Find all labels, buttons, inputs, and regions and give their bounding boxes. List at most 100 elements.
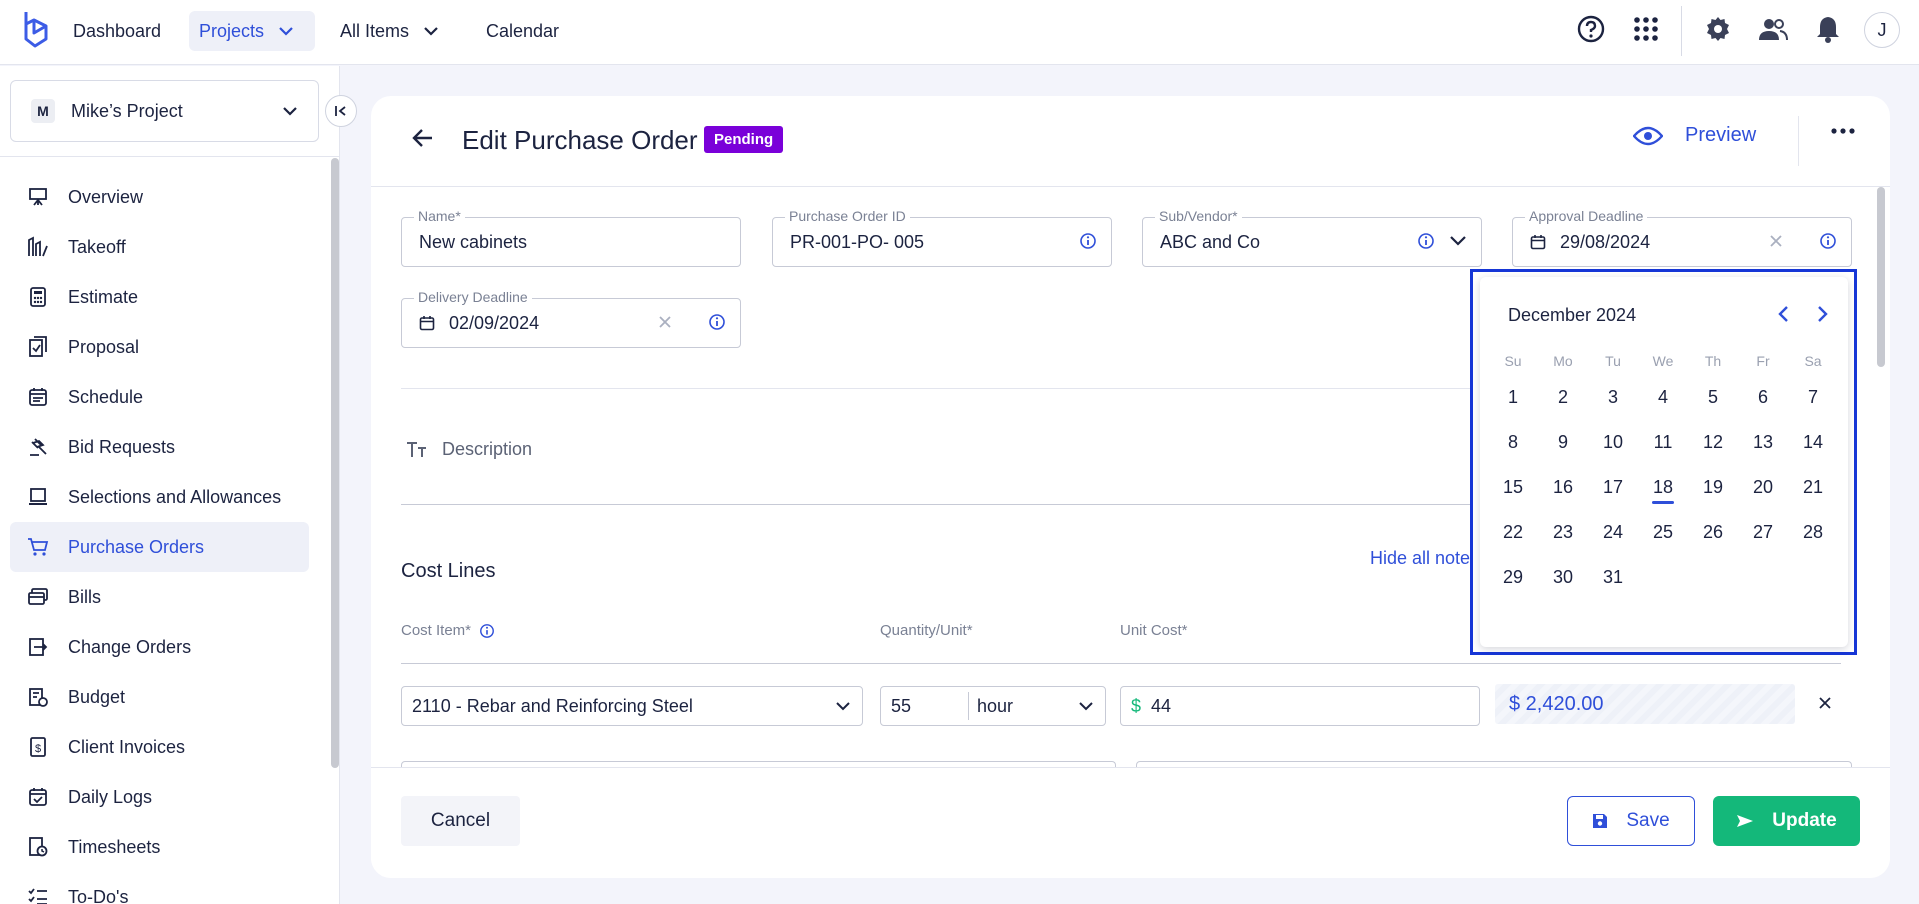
- card-scrollbar[interactable]: [1877, 187, 1885, 367]
- sidebar-scrollbar[interactable]: [331, 158, 339, 768]
- info-icon[interactable]: [1819, 232, 1837, 250]
- calendar-day[interactable]: 13: [1738, 432, 1788, 453]
- calendar-day[interactable]: 14: [1788, 432, 1838, 453]
- calendar-day[interactable]: 30: [1538, 567, 1588, 588]
- calendar-day[interactable]: 24: [1588, 522, 1638, 543]
- back-arrow-icon[interactable]: [411, 126, 435, 150]
- calendar-day[interactable]: 18: [1638, 477, 1688, 504]
- sidebar-item-estimate[interactable]: Estimate: [10, 272, 309, 322]
- hide-all-notes-link[interactable]: Hide all notes: [1370, 548, 1479, 569]
- info-icon[interactable]: [479, 623, 495, 639]
- chevron-down-icon[interactable]: [1449, 235, 1467, 247]
- weekday-label: Th: [1704, 353, 1722, 369]
- calendar-day[interactable]: 22: [1488, 522, 1538, 543]
- user-avatar[interactable]: J: [1864, 12, 1900, 48]
- apps-grid-icon[interactable]: [1631, 14, 1661, 44]
- info-icon[interactable]: [708, 313, 726, 331]
- nav-dashboard[interactable]: Dashboard: [63, 11, 171, 51]
- unit-cost-input[interactable]: $ 44: [1120, 686, 1480, 726]
- sub-vendor-select[interactable]: Sub/Vendor* ABC and Co: [1142, 208, 1482, 267]
- cancel-button[interactable]: Cancel: [401, 796, 520, 846]
- name-field[interactable]: Name* New cabinets: [401, 208, 741, 267]
- calendar-day[interactable]: 6: [1738, 387, 1788, 408]
- nav-calendar[interactable]: Calendar: [476, 11, 569, 51]
- preview-button[interactable]: Preview: [1633, 124, 1756, 147]
- help-icon[interactable]: [1576, 14, 1606, 44]
- sidebar-item-takeoff[interactable]: Takeoff: [10, 222, 309, 272]
- sidebar-item-budget[interactable]: Budget: [10, 672, 309, 722]
- calendar-day[interactable]: 19: [1688, 477, 1738, 498]
- chevron-left-icon[interactable]: [1777, 305, 1789, 323]
- update-button[interactable]: Update: [1713, 796, 1860, 846]
- sidebar-item-change-orders[interactable]: Change Orders: [10, 622, 309, 672]
- purchase-order-id-field[interactable]: Purchase Order ID PR-001-PO- 005: [772, 208, 1112, 267]
- sidebar-item-bid-requests[interactable]: Bid Requests: [10, 422, 309, 472]
- calendar-day[interactable]: 3: [1588, 387, 1638, 408]
- more-options-icon[interactable]: [1831, 128, 1855, 134]
- calendar-day[interactable]: 2: [1538, 387, 1588, 408]
- team-icon[interactable]: [1758, 14, 1788, 44]
- calendar-day[interactable]: 29: [1488, 567, 1538, 588]
- laptop-icon: [26, 485, 50, 509]
- calendar-day[interactable]: 17: [1588, 477, 1638, 498]
- description-field[interactable]: Description: [406, 439, 532, 460]
- remove-line-icon[interactable]: [1818, 696, 1832, 710]
- sidebar-item-daily-logs[interactable]: Daily Logs: [10, 772, 309, 822]
- col-quantity-label: Quantity/Unit*: [880, 622, 973, 639]
- chevron-right-icon[interactable]: [1817, 305, 1829, 323]
- sidebar-item-overview[interactable]: Overview: [10, 172, 309, 222]
- info-icon[interactable]: [1417, 232, 1435, 250]
- sidebar-item-purchase-orders[interactable]: Purchase Orders: [10, 522, 309, 572]
- calendar-day[interactable]: 7: [1788, 387, 1838, 408]
- vendor-label: Sub/Vendor*: [1155, 208, 1242, 224]
- app-logo[interactable]: [20, 9, 50, 51]
- collapse-sidebar-button[interactable]: [325, 95, 357, 127]
- col-cost-item-label: Cost Item*: [401, 622, 472, 639]
- calendar-icon: [1530, 234, 1546, 250]
- calendar-day[interactable]: 25: [1638, 522, 1688, 543]
- nav-dashboard-label: Dashboard: [73, 21, 162, 41]
- approval-deadline-field[interactable]: Approval Deadline 29/08/2024: [1512, 208, 1852, 267]
- calendar-day[interactable]: 23: [1538, 522, 1588, 543]
- delivery-deadline-field[interactable]: Delivery Deadline 02/09/2024: [401, 289, 741, 348]
- nav-all-items[interactable]: All Items: [330, 11, 449, 51]
- calendar-day[interactable]: 20: [1738, 477, 1788, 498]
- quantity-input[interactable]: 55: [881, 692, 969, 720]
- calendar-day[interactable]: 10: [1588, 432, 1638, 453]
- bell-icon[interactable]: [1813, 14, 1843, 44]
- calendar-day[interactable]: 31: [1588, 567, 1638, 588]
- calendar-day[interactable]: 5: [1688, 387, 1738, 408]
- sidebar-item-bills[interactable]: Bills: [10, 572, 309, 622]
- currency-symbol: $: [1131, 695, 1142, 716]
- unit-select[interactable]: hour: [969, 696, 1079, 717]
- calendar-day[interactable]: 16: [1538, 477, 1588, 498]
- cost-item-select[interactable]: 2110 - Rebar and Reinforcing Steel: [401, 686, 863, 726]
- nav-projects[interactable]: Projects: [189, 11, 315, 51]
- sidebar-item-selections-and-allowances[interactable]: Selections and Allowances: [10, 472, 309, 522]
- sidebar-item-schedule[interactable]: Schedule: [10, 372, 309, 422]
- info-icon[interactable]: [1079, 232, 1097, 250]
- sidebar-item-proposal[interactable]: Proposal: [10, 322, 309, 372]
- gear-icon[interactable]: [1703, 14, 1733, 44]
- clear-icon[interactable]: [1769, 234, 1783, 248]
- calendar-day[interactable]: 11: [1638, 432, 1688, 453]
- clear-icon[interactable]: [658, 315, 672, 329]
- calendar-day[interactable]: 15: [1488, 477, 1538, 498]
- calendar-day[interactable]: 27: [1738, 522, 1788, 543]
- calendar-day[interactable]: 12: [1688, 432, 1738, 453]
- save-label: Save: [1626, 810, 1670, 831]
- calendar-day[interactable]: 9: [1538, 432, 1588, 453]
- calendar-day[interactable]: 26: [1688, 522, 1738, 543]
- calendar-day[interactable]: 4: [1638, 387, 1688, 408]
- calendar-day[interactable]: 21: [1788, 477, 1838, 498]
- sidebar-item-timesheets[interactable]: Timesheets: [10, 822, 309, 872]
- calendar-week-row: 29 30 31: [1488, 555, 1838, 600]
- calendar-day[interactable]: 8: [1488, 432, 1538, 453]
- save-button[interactable]: Save: [1567, 796, 1695, 846]
- sidebar-item-to-do-s[interactable]: To-Do's: [10, 872, 309, 904]
- calendar-day[interactable]: 1: [1488, 387, 1538, 408]
- approval-deadline-label: Approval Deadline: [1525, 208, 1648, 224]
- project-selector[interactable]: M Mike’s Project: [10, 80, 319, 142]
- calendar-day[interactable]: 28: [1788, 522, 1838, 543]
- sidebar-item-client-invoices[interactable]: $ Client Invoices: [10, 722, 309, 772]
